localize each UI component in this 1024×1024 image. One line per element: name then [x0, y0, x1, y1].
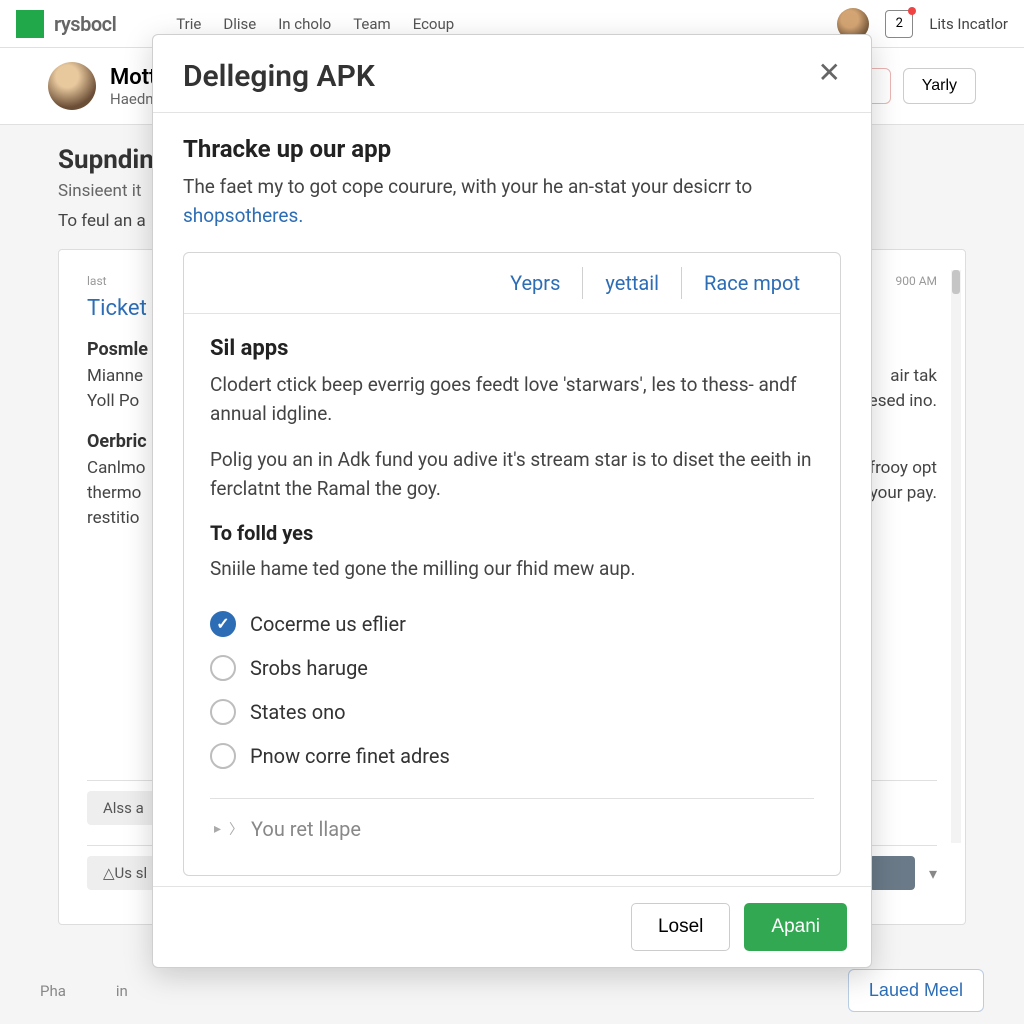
- option-3[interactable]: Pnow corre finet adres: [210, 734, 814, 778]
- option-2[interactable]: States ono: [210, 690, 814, 734]
- option-0[interactable]: Cocerme us eflier: [210, 602, 814, 646]
- modal-header: Delleging APK ✕: [153, 35, 871, 113]
- radio-icon[interactable]: [210, 655, 236, 681]
- inner-p1: Clodert ctick beep everrig goes feedt lo…: [210, 371, 814, 428]
- modal-body: Thracke up our app The faet my to got co…: [153, 113, 871, 886]
- sub-heading: To folld yes: [210, 521, 814, 545]
- modal: Delleging APK ✕ Thracke up our app The f…: [152, 34, 872, 968]
- confirm-button[interactable]: Apani: [744, 903, 847, 951]
- option-label: Srobs haruge: [250, 656, 368, 680]
- tab-0[interactable]: Yeprs: [488, 267, 583, 299]
- expand-row[interactable]: ▸ 〉 You ret llape: [210, 799, 814, 859]
- radio-icon[interactable]: [210, 699, 236, 725]
- modal-title: Delleging APK: [183, 59, 375, 94]
- tab-2[interactable]: Race mpot: [682, 267, 822, 299]
- option-label: Cocerme us eflier: [250, 612, 406, 636]
- tab-bar: Yeprs yettail Race mpot: [184, 253, 840, 314]
- sub-paragraph: Sniile hame ted gone the milling our fhi…: [210, 555, 814, 584]
- inner-heading: Sil apps: [210, 336, 814, 361]
- close-icon[interactable]: ✕: [818, 59, 841, 87]
- option-label: States ono: [250, 700, 346, 724]
- inner-card: Yeprs yettail Race mpot Sil apps Clodert…: [183, 252, 841, 876]
- radio-icon[interactable]: [210, 743, 236, 769]
- expand-label: You ret llape: [251, 817, 361, 841]
- modal-footer: Losel Apani: [153, 886, 871, 967]
- section-paragraph: The faet my to got cope courure, with yo…: [183, 173, 841, 230]
- section-heading: Thracke up our app: [183, 135, 841, 163]
- chevron-right-icon: 〉: [229, 819, 243, 839]
- inner-p2: Polig you an in Adk fund you adive it's …: [210, 446, 814, 503]
- section-link[interactable]: shopsotheres.: [183, 204, 303, 227]
- option-label: Pnow corre finet adres: [250, 744, 450, 768]
- inner-body: Sil apps Clodert ctick beep everrig goes…: [184, 314, 840, 875]
- chevron-right-icon: ▸: [214, 821, 221, 837]
- cancel-button[interactable]: Losel: [631, 903, 730, 951]
- tab-1[interactable]: yettail: [583, 267, 682, 299]
- option-1[interactable]: Srobs haruge: [210, 646, 814, 690]
- modal-backdrop: Delleging APK ✕ Thracke up our app The f…: [0, 0, 1024, 1024]
- radio-icon[interactable]: [210, 611, 236, 637]
